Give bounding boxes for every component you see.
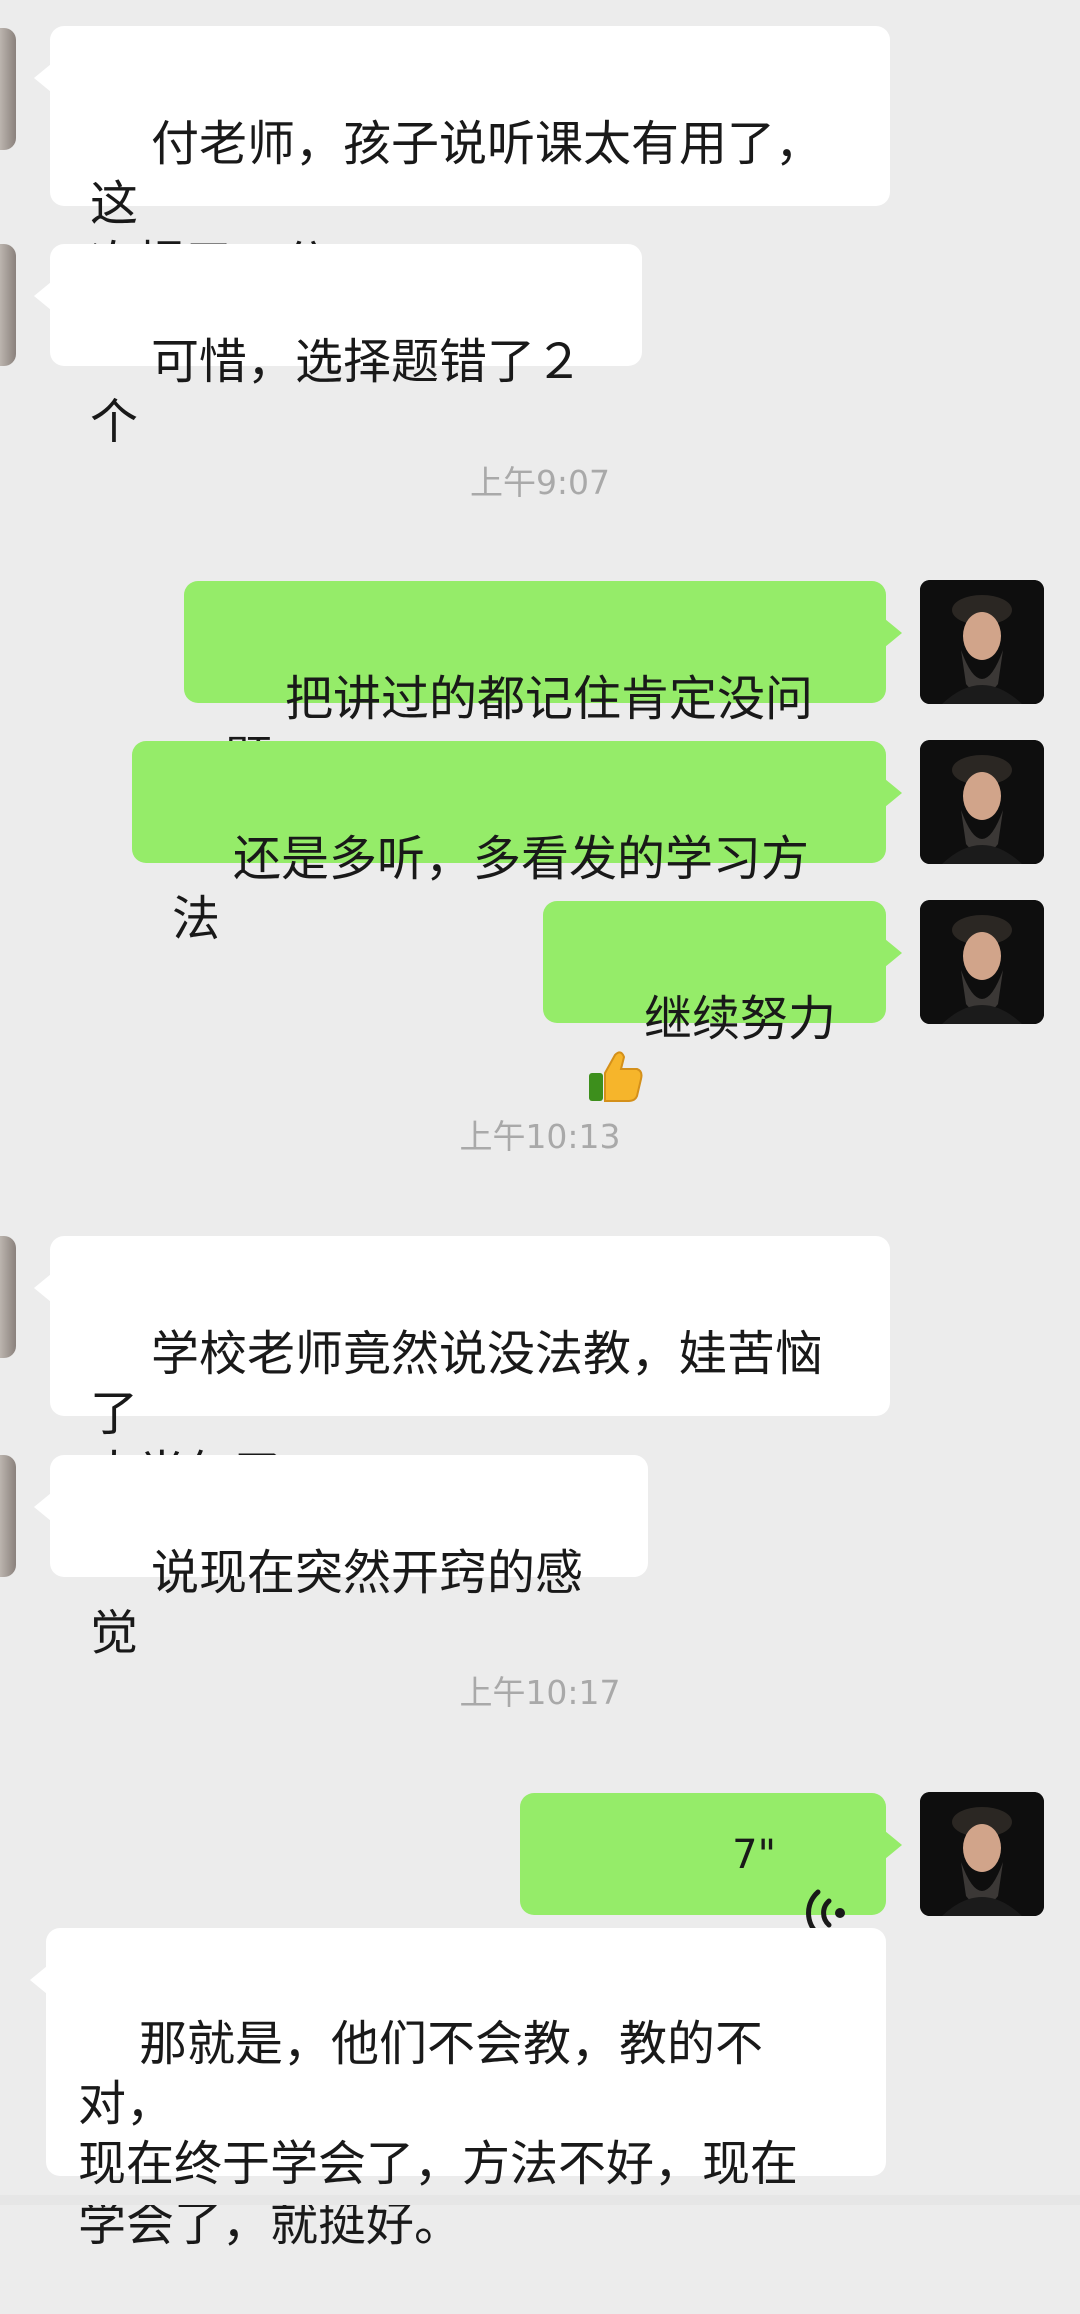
user-avatar[interactable] — [920, 900, 1044, 1024]
portrait-icon — [920, 1792, 1044, 1916]
user-avatar[interactable] — [920, 1792, 1044, 1916]
message-bubble-outgoing[interactable]: 还是多听，多看发的学习方法 — [132, 741, 902, 947]
message-bubble-incoming[interactable]: 可惜，选择题错了２个 — [34, 244, 642, 450]
portrait-icon — [920, 900, 1044, 1024]
portrait-icon — [920, 740, 1044, 864]
thumbs-up-icon — [587, 1049, 643, 1117]
message-text: 说现在突然开窍的感觉 — [90, 1545, 584, 1661]
message-text: 继续努力 — [644, 991, 837, 1047]
portrait-icon — [920, 580, 1044, 704]
message-bubble-incoming[interactable]: 说现在突然开窍的感觉 — [34, 1455, 648, 1661]
contact-avatar[interactable] — [0, 244, 16, 366]
voice-message-bubble[interactable]: 7" — [520, 1793, 902, 1937]
message-text: 可惜，选择题错了２个 — [90, 334, 584, 450]
contact-avatar[interactable] — [0, 1236, 16, 1358]
message-bubble-incoming[interactable]: 那就是，他们不会教，教的不对， 现在终于学会了，方法不好，现在 学会了，就挺好。 — [30, 1928, 886, 2252]
timestamp: 上午10:13 — [459, 1117, 621, 1156]
message-bubble-incoming[interactable]: 付老师，孩子说听课太有用了，这 次提了８分 — [34, 26, 890, 292]
user-avatar[interactable] — [920, 740, 1044, 864]
message-bubble-outgoing[interactable]: 继续努力 — [543, 901, 902, 1102]
chat-area: 付老师，孩子说听课太有用了，这 次提了８分 可惜，选择题错了２个 上午9:07 … — [0, 0, 1080, 2252]
contact-avatar[interactable] — [0, 1455, 16, 1577]
bottom-divider — [0, 2195, 1080, 2205]
timestamp: 上午10:17 — [459, 1673, 621, 1712]
message-text: 那就是，他们不会教，教的不对， 现在终于学会了，方法不好，现在 学会了，就挺好。 — [78, 2016, 799, 2252]
message-bubble-outgoing[interactable]: 把讲过的都记住肯定没问题 — [184, 581, 902, 787]
contact-avatar[interactable] — [0, 28, 16, 150]
user-avatar[interactable] — [920, 580, 1044, 704]
timestamp: 上午9:07 — [469, 463, 611, 502]
message-bubble-incoming[interactable]: 学校老师竟然说没法教，娃苦恼了 大半年了 — [34, 1236, 890, 1502]
